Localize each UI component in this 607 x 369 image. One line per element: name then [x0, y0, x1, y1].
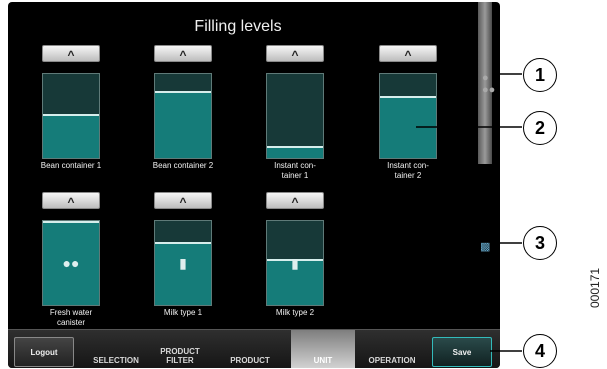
callout-2: 2 — [523, 111, 557, 145]
level-gauge — [42, 73, 100, 159]
tab-selection[interactable]: SELECTION — [86, 330, 146, 368]
level-gauge: ▮ — [154, 220, 212, 306]
level-gauge — [266, 73, 324, 159]
tile-label: Bean container 2 — [152, 161, 214, 170]
chevron-up-button[interactable]: ^ — [42, 192, 100, 209]
tab-product-filter[interactable]: PRODUCT FILTER — [150, 330, 210, 368]
level-gauge — [154, 73, 212, 159]
level-gauge — [379, 73, 437, 159]
figure-id: 000171 — [588, 267, 602, 308]
touch-screen: Filling levels ^ Bean container 1 ^ Bean co… — [8, 2, 500, 368]
water-drops-icon: ● ●● — [482, 72, 496, 96]
chevron-up-button[interactable]: ^ — [42, 45, 100, 62]
chevron-up-button[interactable]: ^ — [266, 45, 324, 62]
callout-1: 1 — [523, 58, 557, 92]
level-fill — [155, 241, 211, 305]
tile-label: Instant con- tainer 1 — [274, 161, 316, 180]
milk-bottle-icon: ▮ — [291, 255, 299, 271]
chevron-up-button[interactable]: ^ — [154, 192, 212, 209]
chevron-up-button[interactable]: ^ — [379, 45, 437, 62]
tile-label: Instant con- tainer 2 — [387, 161, 429, 180]
page-title: Filling levels — [194, 18, 282, 35]
level-fill — [267, 145, 323, 158]
level-fill — [380, 96, 436, 158]
tab-operation[interactable]: OPERATION — [360, 330, 424, 368]
milk-bottle-icon: ▮ — [179, 255, 187, 271]
water-drops-icon: ●● — [62, 255, 80, 271]
bottom-navigation: Logout SELECTION PRODUCT FILTER PRODUCT … — [8, 329, 500, 368]
tile-label: Bean container 1 — [40, 161, 102, 170]
tile-label: Milk type 2 — [275, 308, 315, 317]
tab-product[interactable]: PRODUCT — [220, 330, 280, 368]
tile-label: Fresh water canister — [49, 308, 93, 327]
logout-button[interactable]: Logout — [14, 337, 74, 367]
callout-4: 4 — [523, 334, 557, 368]
callout-3: 3 — [523, 226, 557, 260]
level-gauge: ●● — [42, 220, 100, 306]
level-fill — [155, 91, 211, 158]
tab-unit[interactable]: UNIT — [291, 330, 355, 368]
level-gauge: ▮ — [266, 220, 324, 306]
chevron-up-button[interactable]: ^ — [266, 192, 324, 209]
save-button[interactable]: Save — [432, 337, 492, 367]
level-fill — [43, 114, 99, 158]
cup-icon: ▩ — [480, 241, 491, 253]
tile-label: Milk type 1 — [163, 308, 203, 317]
chevron-up-button[interactable]: ^ — [154, 45, 212, 62]
